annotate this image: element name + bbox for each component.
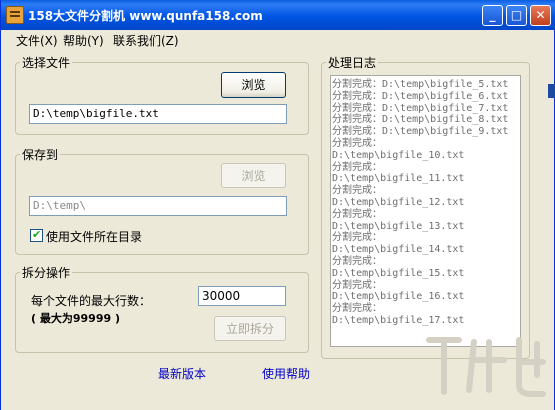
maximize-button[interactable]: □ — [506, 5, 527, 26]
log-line: 分割完成： — [332, 137, 382, 149]
window-title: 158大文件分割机 www.qunfa158.com — [28, 9, 263, 23]
log-line: 分割完成：D:\temp\bigfile_5.txt — [332, 79, 509, 90]
edge-tab — [548, 84, 555, 98]
log-line: D:\temp\bigfile_13.txt — [332, 220, 465, 232]
watermark-logo — [426, 337, 546, 397]
log-textarea[interactable]: 分割完成：D:\temp\bigfile_5.txt 分割完成：D:\temp\b… — [330, 75, 521, 347]
title-bar[interactable]: 158大文件分割机 www.qunfa158.com _ □ ✕ — [1, 0, 555, 30]
log-line: 分割完成： — [332, 208, 382, 220]
max-lines-label: 每个文件的最大行数： — [31, 294, 152, 308]
save-path-input[interactable]: D:\temp\ — [29, 196, 287, 216]
close-button[interactable]: ✕ — [530, 5, 551, 26]
log-line: 分割完成：D:\temp\bigfile_7.txt — [332, 102, 509, 114]
menu-bar: 文件(X) 帮助(Y) 联系我们(Z) — [2, 30, 555, 48]
log-line: D:\temp\bigfile_12.txt — [332, 196, 465, 208]
log-line: D:\temp\bigfile_15.txt — [332, 267, 465, 279]
split-now-button[interactable]: 立即拆分 — [214, 316, 286, 341]
latest-version-link[interactable]: 最新版本 — [158, 365, 206, 382]
use-file-dir-label: 使用文件所在目录 — [46, 230, 143, 244]
browse-save-button[interactable]: 浏览 — [221, 163, 286, 188]
log-line: 分割完成： — [332, 303, 382, 315]
menu-contact[interactable]: 联系我们(Z) — [113, 32, 179, 49]
select-file-label: 选择文件 — [20, 54, 73, 71]
log-line: 分割完成： — [332, 279, 382, 291]
app-icon — [6, 6, 24, 24]
log-line: 分割完成： — [332, 232, 382, 244]
log-line: D:\temp\bigfile_16.txt — [332, 291, 465, 303]
split-label: 拆分操作 — [20, 264, 73, 281]
file-path-input[interactable]: D:\temp\bigfile.txt — [29, 104, 287, 124]
log-label: 处理日志 — [326, 54, 379, 71]
save-to-label: 保存到 — [20, 146, 61, 163]
log-line: D:\temp\bigfile_11.txt — [332, 173, 465, 185]
max-lines-hint: ( 最大为99999 ) — [31, 312, 120, 325]
use-file-dir-checkbox[interactable]: ✔ — [30, 228, 43, 242]
log-line: 分割完成： — [332, 161, 382, 173]
log-line: 分割完成： — [332, 185, 382, 197]
log-line: 分割完成：D:\temp\bigfile_9.txt — [332, 126, 509, 138]
max-lines-input[interactable]: 30000 — [198, 286, 286, 306]
help-link[interactable]: 使用帮助 — [262, 365, 310, 382]
log-line: 分割完成：D:\temp\bigfile_8.txt — [332, 114, 509, 126]
log-line: D:\temp\bigfile_14.txt — [332, 244, 465, 256]
browse-file-button[interactable]: 浏览 — [221, 72, 286, 98]
log-line: D:\temp\bigfile_10.txt — [332, 149, 465, 161]
log-line: D:\temp\bigfile_17.txt — [332, 314, 465, 326]
check-icon: ✔ — [32, 228, 42, 241]
log-line: 分割完成：D:\temp\bigfile_6.txt — [332, 90, 509, 102]
log-line: 分割完成： — [332, 255, 382, 267]
app-window: 158大文件分割机 www.qunfa158.com _ □ ✕ 文件(X) 帮… — [0, 0, 555, 410]
menu-file[interactable]: 文件(X) — [16, 32, 58, 49]
menu-help[interactable]: 帮助(Y) — [63, 32, 104, 49]
minimize-button[interactable]: _ — [482, 5, 503, 26]
